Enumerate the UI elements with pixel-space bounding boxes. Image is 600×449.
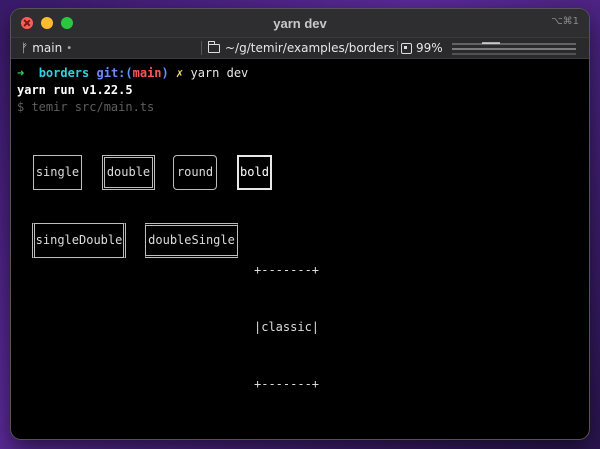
box-bold-label: bold [240, 165, 269, 179]
folder-icon [208, 40, 220, 53]
current-directory-status[interactable]: ~/g/temir/examples/borders [208, 40, 395, 55]
cpu-status[interactable]: 99% [401, 41, 443, 55]
box-round-label: round [176, 165, 214, 179]
run-command-line: $ temir src/main.ts [17, 100, 155, 114]
git-branch-icon: ᚠ [21, 41, 29, 55]
status-bar: ᚠ main • ~/g/temir/examples/borders 99% [11, 37, 589, 59]
box-single-double-label: singleDouble [35, 233, 123, 247]
prompt-line: ➜ borders git:(main) ✗ yarn dev [17, 65, 583, 82]
dirty-mark: ✗ [176, 66, 184, 80]
prompt-arrow: ➜ [17, 66, 25, 80]
box-single-double: singleDouble [32, 223, 126, 258]
cpu-usage: 99% [416, 41, 443, 55]
status-divider [201, 41, 202, 55]
branch-dirty-dot: • [66, 42, 73, 54]
maximize-window-button[interactable] [61, 17, 73, 29]
box-double-label: double [106, 165, 151, 179]
box-single: single [33, 155, 82, 190]
box-double-single: doubleSingle [145, 223, 238, 258]
current-directory: ~/g/temir/examples/borders [225, 41, 395, 55]
typed-command: yarn dev [190, 66, 249, 80]
git-prefix: git:( [96, 66, 133, 80]
box-double-single-label: doubleSingle [148, 233, 235, 247]
window-shortcut: ⌥⌘1 [551, 16, 579, 27]
branch-name: main [32, 41, 63, 55]
git-suffix: ) [161, 66, 169, 80]
box-single-label: single [35, 165, 80, 179]
minimize-window-button[interactable] [41, 17, 53, 29]
cpu-icon [401, 42, 412, 54]
window-controls [21, 17, 73, 29]
box-bold: bold [237, 155, 272, 190]
classic-label: |classic| [254, 320, 320, 334]
git-branch-status[interactable]: ᚠ main • [21, 41, 72, 55]
close-window-button[interactable] [21, 17, 33, 29]
window-title: yarn dev [273, 15, 327, 31]
cpu-graph [452, 42, 576, 55]
status-divider [397, 41, 398, 55]
git-branch: main [132, 66, 162, 80]
box-round: round [173, 155, 217, 190]
terminal-output[interactable]: ➜ borders git:(main) ✗ yarn dev yarn run… [11, 59, 589, 437]
box-classic: +-------+ |classic| +-------+ [254, 223, 319, 432]
close-icon [24, 20, 30, 26]
title-bar: yarn dev ⌥⌘1 [11, 9, 589, 37]
box-double: double [102, 155, 155, 190]
yarn-version-line: yarn run v1.22.5 [17, 83, 133, 97]
classic-top-border: +-------+ [254, 263, 320, 277]
prompt-directory: borders [38, 66, 90, 80]
classic-bottom-border: +-------+ [254, 377, 320, 391]
terminal-window: yarn dev ⌥⌘1 ᚠ main • ~/g/temir/examples… [11, 9, 589, 439]
